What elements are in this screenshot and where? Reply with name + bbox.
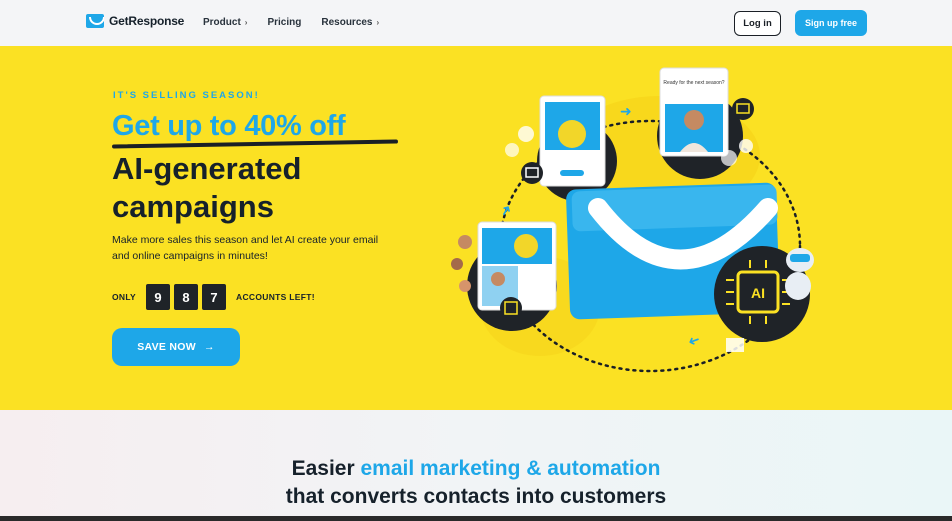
signup-button[interactable]: Sign up free <box>795 10 867 36</box>
nav-product-label: Product <box>203 17 241 28</box>
logo-text: GetResponse <box>109 14 185 28</box>
small-icon <box>739 139 753 153</box>
counter-digit: 7 <box>202 284 227 310</box>
small-icon <box>721 150 737 166</box>
nav-resources[interactable]: Resources › <box>321 17 379 28</box>
arrow-right-icon: → <box>203 341 215 353</box>
counter-digit: 8 <box>174 284 199 310</box>
hero-discount-headline: Get up to 40% off <box>112 110 346 142</box>
hero-headline-line2: campaigns <box>112 189 274 224</box>
nav-pricing[interactable]: Pricing <box>267 17 301 28</box>
counter-digit: 9 <box>146 284 171 310</box>
avatar-icon <box>459 280 471 292</box>
counter-digits: 9 8 7 <box>146 284 227 310</box>
card-top-text: Ready for the next season? <box>663 80 724 86</box>
envelope-logo-icon <box>86 14 104 28</box>
login-button[interactable]: Log in <box>734 11 781 36</box>
nav-product[interactable]: Product › <box>203 17 247 28</box>
avatar-icon <box>451 258 463 270</box>
section-title-dark: Easier <box>291 457 355 480</box>
save-now-label: SAVE NOW <box>137 341 196 353</box>
nav-pricing-label: Pricing <box>267 17 302 28</box>
arrow-icon: ➜ <box>686 332 702 351</box>
counter-suffix: ACCOUNTS LEFT! <box>236 292 315 302</box>
section-title-highlight: email marketing & automation <box>360 457 661 480</box>
hero-section: IT'S SELLING SEASON! Get up to 40% off A… <box>0 46 952 410</box>
features-section: Easier email marketing & automation that… <box>0 410 952 521</box>
section-title-line2: that converts contacts into customers <box>285 485 667 508</box>
hero-illustration: Ready for the next season? ➜ ➜ ➜ AI <box>451 67 814 373</box>
hero-subtext: Make more sales this season and let AI c… <box>112 234 379 262</box>
hero-headline: AI-generated campaigns <box>112 150 432 226</box>
ai-chip-label: AI <box>751 285 765 301</box>
small-icon <box>518 126 534 142</box>
folder-bubble-icon <box>521 162 543 184</box>
email-card-circle-top <box>537 95 617 201</box>
hero-headline-line1: AI-generated <box>112 151 302 186</box>
chevron-right-icon: › <box>244 18 248 27</box>
main-nav: Product › Pricing Resources › <box>203 17 379 28</box>
avatar-icon <box>458 235 472 249</box>
image-card-icon <box>726 338 744 352</box>
logo[interactable]: GetResponse <box>86 14 184 28</box>
bottom-edge <box>0 516 952 521</box>
arrow-icon: ➜ <box>496 201 516 219</box>
site-header: GetResponse Product › Pricing Resources … <box>0 0 952 46</box>
accounts-counter: ONLY 9 8 7 ACCOUNTS LEFT! <box>112 284 315 310</box>
section-title-line1: Easier email marketing & automation <box>0 457 952 481</box>
mail-bubble-icon <box>732 98 754 120</box>
arrow-icon: ➜ <box>620 103 632 119</box>
small-icon <box>505 143 519 157</box>
nav-resources-label: Resources <box>321 17 373 28</box>
layout-bubble-icon <box>500 297 522 319</box>
hero-eyebrow: IT'S SELLING SEASON! <box>113 90 260 101</box>
save-now-button[interactable]: SAVE NOW → <box>112 328 240 366</box>
chevron-right-icon: › <box>376 18 380 27</box>
counter-prefix: ONLY <box>112 292 137 302</box>
